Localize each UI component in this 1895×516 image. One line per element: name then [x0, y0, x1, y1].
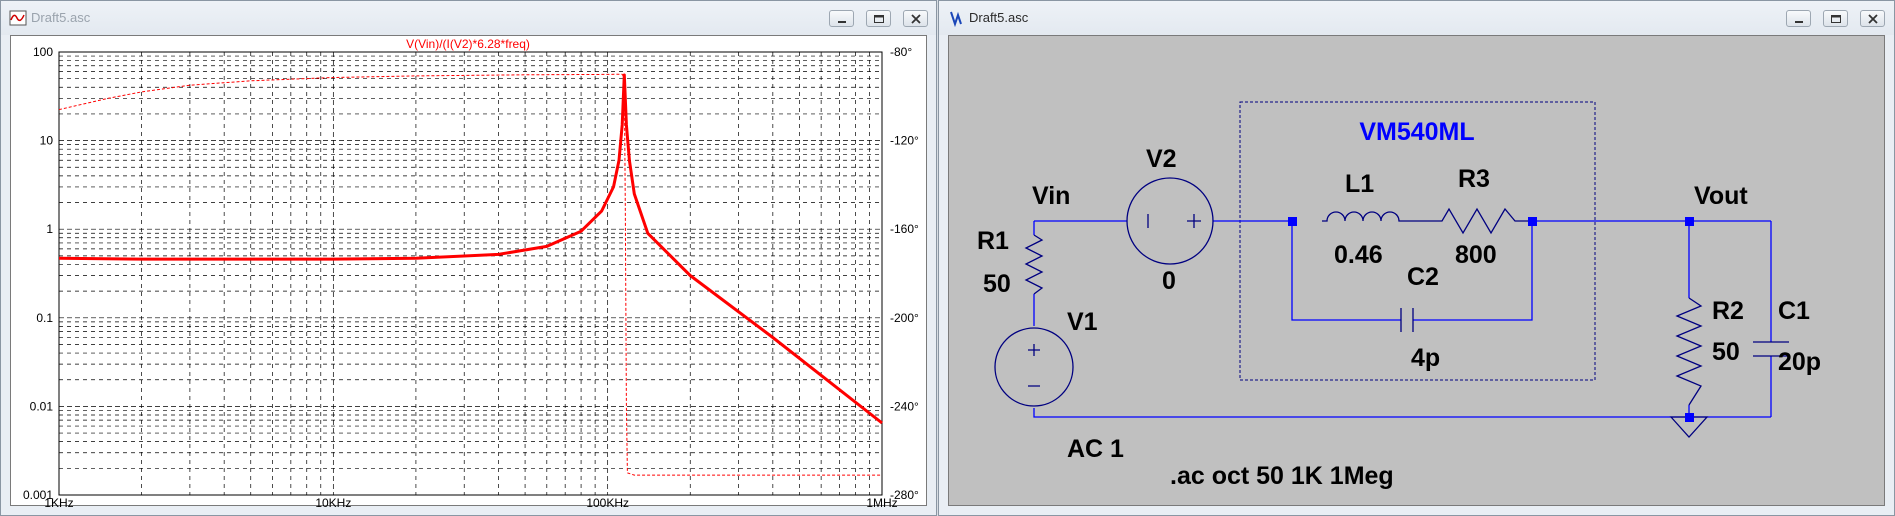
v2-value: 0	[1162, 267, 1176, 295]
c2-name: C2	[1407, 263, 1439, 291]
schematic-window[interactable]: Draft5.asc VM540ML Vin Vout R1 50 V1 AC …	[938, 0, 1895, 516]
y2-tick-label: -280°	[890, 488, 919, 502]
maximize-button[interactable]	[866, 10, 891, 27]
resistor-r2[interactable]	[1675, 297, 1703, 406]
v2-name: V2	[1146, 145, 1177, 173]
plot-pane[interactable]: V(Vin)/(I(V2)*6.28*freq) 1KHz 10KHz 100KHz…	[10, 35, 928, 510]
maximize-icon	[1831, 15, 1841, 23]
minimize-button[interactable]	[829, 10, 854, 27]
y-tick-label: 1	[46, 222, 53, 236]
y2-tick-label: -80°	[890, 45, 912, 59]
wire-ground	[1033, 408, 1771, 418]
waveform-window-title: Draft5.asc	[31, 10, 91, 25]
resistor-r3[interactable]	[1434, 207, 1532, 235]
minimize-icon	[838, 21, 846, 23]
axis-ticks: 1KHz 10KHz 100KHz 1MHz1001010.10.010.001-80…	[23, 45, 919, 510]
subcircuit-name: VM540ML	[1359, 118, 1474, 146]
ltspice-icon	[950, 11, 962, 27]
voltage-source-v2[interactable]	[1126, 177, 1214, 265]
y2-tick-label: -120°	[890, 134, 919, 148]
c1-value: 20p	[1778, 348, 1821, 376]
plot-frame	[58, 51, 883, 496]
r1-value: 50	[983, 270, 1011, 298]
c2-value: 4p	[1411, 344, 1440, 372]
x-tick-label: 100KHz	[586, 496, 629, 507]
c1-name: C1	[1778, 297, 1810, 325]
chart-title: V(Vin)/(I(V2)*6.28*freq)	[406, 37, 530, 51]
plot-grid	[58, 51, 883, 496]
schematic-pane[interactable]: VM540ML Vin Vout R1 50 V1 AC 1 V2 0 L1 0…	[948, 35, 1885, 506]
x-tick-label: 10KHz	[315, 496, 351, 507]
r1-name: R1	[977, 227, 1009, 255]
voltage-source-v1[interactable]	[994, 327, 1074, 407]
maximize-icon	[874, 15, 884, 23]
schematic-canvas[interactable]: VM540ML Vin Vout R1 50 V1 AC 1 V2 0 L1 0…	[949, 36, 1886, 507]
bode-plot[interactable]: V(Vin)/(I(V2)*6.28*freq) 1KHz 10KHz 100KHz…	[11, 36, 928, 510]
close-button[interactable]	[1860, 10, 1885, 27]
minimize-icon	[1795, 21, 1803, 23]
close-icon	[911, 14, 921, 24]
r3-name: R3	[1458, 165, 1490, 193]
v1-name: V1	[1067, 308, 1098, 336]
minimize-button[interactable]	[1786, 10, 1811, 27]
y2-tick-label: -200°	[890, 311, 919, 325]
wire-c2-left	[1291, 221, 1401, 321]
l1-name: L1	[1345, 170, 1374, 198]
r3-value: 800	[1455, 241, 1497, 269]
components	[994, 177, 1789, 438]
node-vin-label: Vin	[1032, 182, 1070, 210]
v1-value: AC 1	[1067, 435, 1124, 463]
waveform-icon	[9, 10, 27, 26]
y-tick-label: 10	[40, 134, 54, 148]
wires	[1033, 220, 1772, 418]
inductor-l1[interactable]	[1322, 211, 1404, 222]
close-icon	[1868, 14, 1878, 24]
node-vout-label: Vout	[1694, 182, 1748, 210]
schematic-title-bar[interactable]: Draft5.asc	[939, 1, 1894, 35]
waveform-window[interactable]: Draft5.asc V(Vin)/(I(V2)*6.28*freq) 1KHz…	[0, 0, 937, 516]
r2-name: R2	[1712, 297, 1744, 325]
y-tick-label: 100	[33, 45, 53, 59]
waveform-title-bar[interactable]: Draft5.asc	[1, 1, 936, 35]
y-tick-label: 0.001	[23, 488, 53, 502]
spice-directive[interactable]: .ac oct 50 1K 1Meg	[1170, 462, 1394, 490]
y-tick-label: 0.01	[30, 399, 54, 413]
y2-tick-label: -240°	[890, 399, 919, 413]
y2-tick-label: -160°	[890, 222, 919, 236]
capacitor-c2[interactable]	[1400, 308, 1414, 332]
schematic-window-title: Draft5.asc	[969, 10, 1029, 25]
r2-value: 50	[1712, 338, 1740, 366]
close-button[interactable]	[903, 10, 928, 27]
l1-value: 0.46	[1334, 241, 1383, 269]
maximize-button[interactable]	[1823, 10, 1848, 27]
resistor-r1[interactable]	[1024, 234, 1044, 295]
y-tick-label: 0.1	[36, 311, 53, 325]
